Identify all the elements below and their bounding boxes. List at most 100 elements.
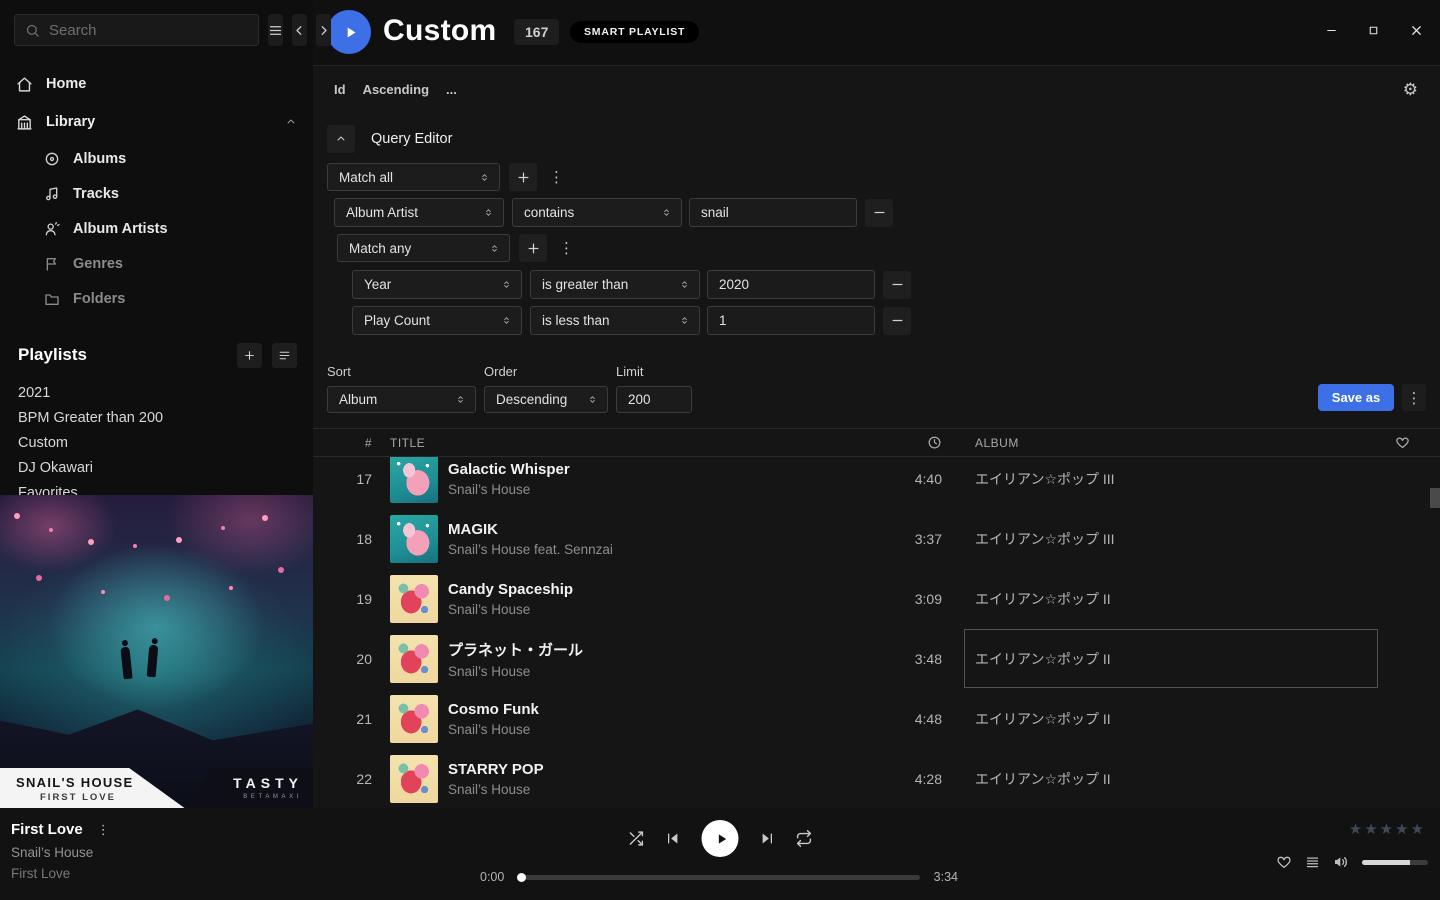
group-kebab-menu[interactable]: ⋮ <box>559 239 574 257</box>
previous-track-button[interactable] <box>666 831 681 846</box>
sidebar-item-library[interactable]: Library <box>0 103 313 141</box>
collapse-chevron-icon[interactable] <box>285 116 297 128</box>
star-icon[interactable]: ★ <box>1349 821 1364 838</box>
menu-button[interactable] <box>268 14 283 46</box>
add-rule-button[interactable] <box>509 163 537 191</box>
collapse-query-editor-button[interactable] <box>327 125 355 153</box>
remove-rule-button[interactable] <box>883 271 911 299</box>
maximize-button[interactable] <box>1367 24 1380 37</box>
chevron-up-icon <box>335 133 347 145</box>
track-row[interactable]: 22STARRY POPSnail’s House4:28エイリアン☆ポップ I… <box>313 749 1440 808</box>
order-label: Order <box>484 364 608 379</box>
track-row[interactable]: 21Cosmo FunkSnail’s House4:48エイリアン☆ポップ I… <box>313 689 1440 749</box>
album-art-thumbnail <box>390 575 438 623</box>
volume-button[interactable] <box>1333 854 1349 870</box>
track-album: エイリアン☆ポップ II <box>975 589 1365 609</box>
sidebar-item-folders[interactable]: Folders <box>0 281 313 316</box>
column-duration[interactable] <box>881 435 942 450</box>
volume-slider[interactable] <box>1362 860 1428 865</box>
rule-value-input[interactable] <box>689 198 857 227</box>
heart-icon <box>1395 435 1410 450</box>
sidebar-item-home[interactable]: Home <box>0 65 313 103</box>
chevron-left-icon <box>292 23 307 38</box>
repeat-button[interactable] <box>796 830 813 847</box>
track-row[interactable]: 20プラネット・ガールSnail’s House3:48エイリアン☆ポップ II <box>313 629 1440 689</box>
smart-playlist-badge: SMART PLAYLIST <box>570 21 699 43</box>
label-logo: TASTY <box>233 775 303 791</box>
star-icon[interactable]: ★ <box>1380 821 1395 838</box>
search-input[interactable] <box>49 22 248 39</box>
rule-field-select[interactable]: Year <box>352 270 522 299</box>
star-icon[interactable]: ★ <box>1364 821 1379 838</box>
sort-group: Sort Album <box>327 364 476 413</box>
seek-handle[interactable] <box>517 873 526 882</box>
next-track-button[interactable] <box>760 831 775 846</box>
limit-input[interactable] <box>616 386 692 413</box>
more-options-button[interactable]: ... <box>446 82 457 97</box>
play-playlist-button[interactable] <box>327 10 371 54</box>
playlist-item[interactable]: DJ Okawari <box>0 455 313 480</box>
playlist-options-button[interactable] <box>272 343 297 368</box>
rule-operator-select[interactable]: is greater than <box>530 270 700 299</box>
rule-operator-select[interactable]: is less than <box>530 306 700 335</box>
match-any-select[interactable]: Match any <box>337 234 510 262</box>
shuffle-button[interactable] <box>628 830 645 847</box>
progress-section: 0:00 3:34 <box>480 870 958 884</box>
sidebar-item-albums[interactable]: Albums <box>0 141 313 176</box>
close-icon <box>1409 23 1424 38</box>
playlist-item[interactable]: BPM Greater than 200 <box>0 405 313 430</box>
column-title[interactable]: TITLE <box>372 436 881 450</box>
rule-operator-select[interactable]: contains <box>512 198 682 227</box>
album-art-thumbnail <box>390 635 438 683</box>
sort-direction-button[interactable]: Ascending <box>363 82 429 97</box>
match-all-select[interactable]: Match all <box>327 163 500 191</box>
sort-select[interactable]: Album <box>327 386 476 413</box>
rule-value-input[interactable] <box>707 306 875 335</box>
add-rule-button[interactable] <box>519 234 547 262</box>
now-playing-kebab-menu[interactable]: ⋮ <box>97 822 110 838</box>
sort-field-button[interactable]: Id <box>334 82 346 97</box>
skip-back-icon <box>666 831 681 846</box>
order-select[interactable]: Descending <box>484 386 608 413</box>
add-playlist-button[interactable] <box>237 343 262 368</box>
rule-value-input[interactable] <box>707 270 875 299</box>
close-button[interactable] <box>1409 23 1424 38</box>
nav-back-button[interactable] <box>292 14 307 46</box>
track-row[interactable]: 19Candy SpaceshipSnail’s House3:09エイリアン☆… <box>313 569 1440 629</box>
sidebar-topbar <box>0 0 313 46</box>
rule-field-select[interactable]: Play Count <box>352 306 522 335</box>
save-as-button[interactable]: Save as <box>1318 384 1394 411</box>
nav-forward-button[interactable] <box>316 14 331 46</box>
now-playing-artwork[interactable]: SNAIL'S HOUSE FIRST LOVE TASTY BETAMAXI <box>0 495 313 808</box>
query-editor-header: Query Editor <box>327 125 1247 153</box>
column-favorite[interactable] <box>1365 435 1440 450</box>
track-row[interactable]: 17Galactic WhisperSnail’s House4:40エイリアン… <box>313 449 1440 509</box>
track-title: MAGIK <box>448 521 881 538</box>
settings-gear-icon[interactable]: ⚙ <box>1403 80 1418 100</box>
sidebar-item-tracks[interactable]: Tracks <box>0 176 313 211</box>
star-icon[interactable]: ★ <box>1411 821 1426 838</box>
column-number[interactable]: # <box>313 436 372 450</box>
playlist-item[interactable]: Custom <box>0 430 313 455</box>
genres-icon <box>44 256 60 272</box>
minimize-button[interactable] <box>1325 24 1338 37</box>
column-album[interactable]: ALBUM <box>975 436 1365 450</box>
elapsed-time: 0:00 <box>480 870 504 884</box>
sidebar-item-genres[interactable]: Genres <box>0 246 313 281</box>
save-options-kebab[interactable]: ⋮ <box>1402 384 1426 411</box>
remove-rule-button[interactable] <box>883 307 911 335</box>
star-icon[interactable]: ★ <box>1395 821 1410 838</box>
remove-rule-button[interactable] <box>865 199 893 227</box>
seek-bar[interactable] <box>518 875 919 880</box>
track-row[interactable]: 18MAGIKSnail’s House feat. Sennzai3:37エイ… <box>313 509 1440 569</box>
sidebar-item-album-artists[interactable]: Album Artists <box>0 211 313 246</box>
play-pause-button[interactable] <box>702 820 739 857</box>
track-duration: 3:48 <box>881 651 942 667</box>
rule-field-select[interactable]: Album Artist <box>334 198 504 227</box>
queue-button[interactable] <box>1305 855 1320 870</box>
playlist-item[interactable]: 2021 <box>0 380 313 405</box>
now-playing-album: First Love <box>11 866 110 881</box>
search-box[interactable] <box>14 14 259 46</box>
favorite-button[interactable] <box>1276 854 1292 870</box>
group-kebab-menu[interactable]: ⋮ <box>549 168 564 186</box>
